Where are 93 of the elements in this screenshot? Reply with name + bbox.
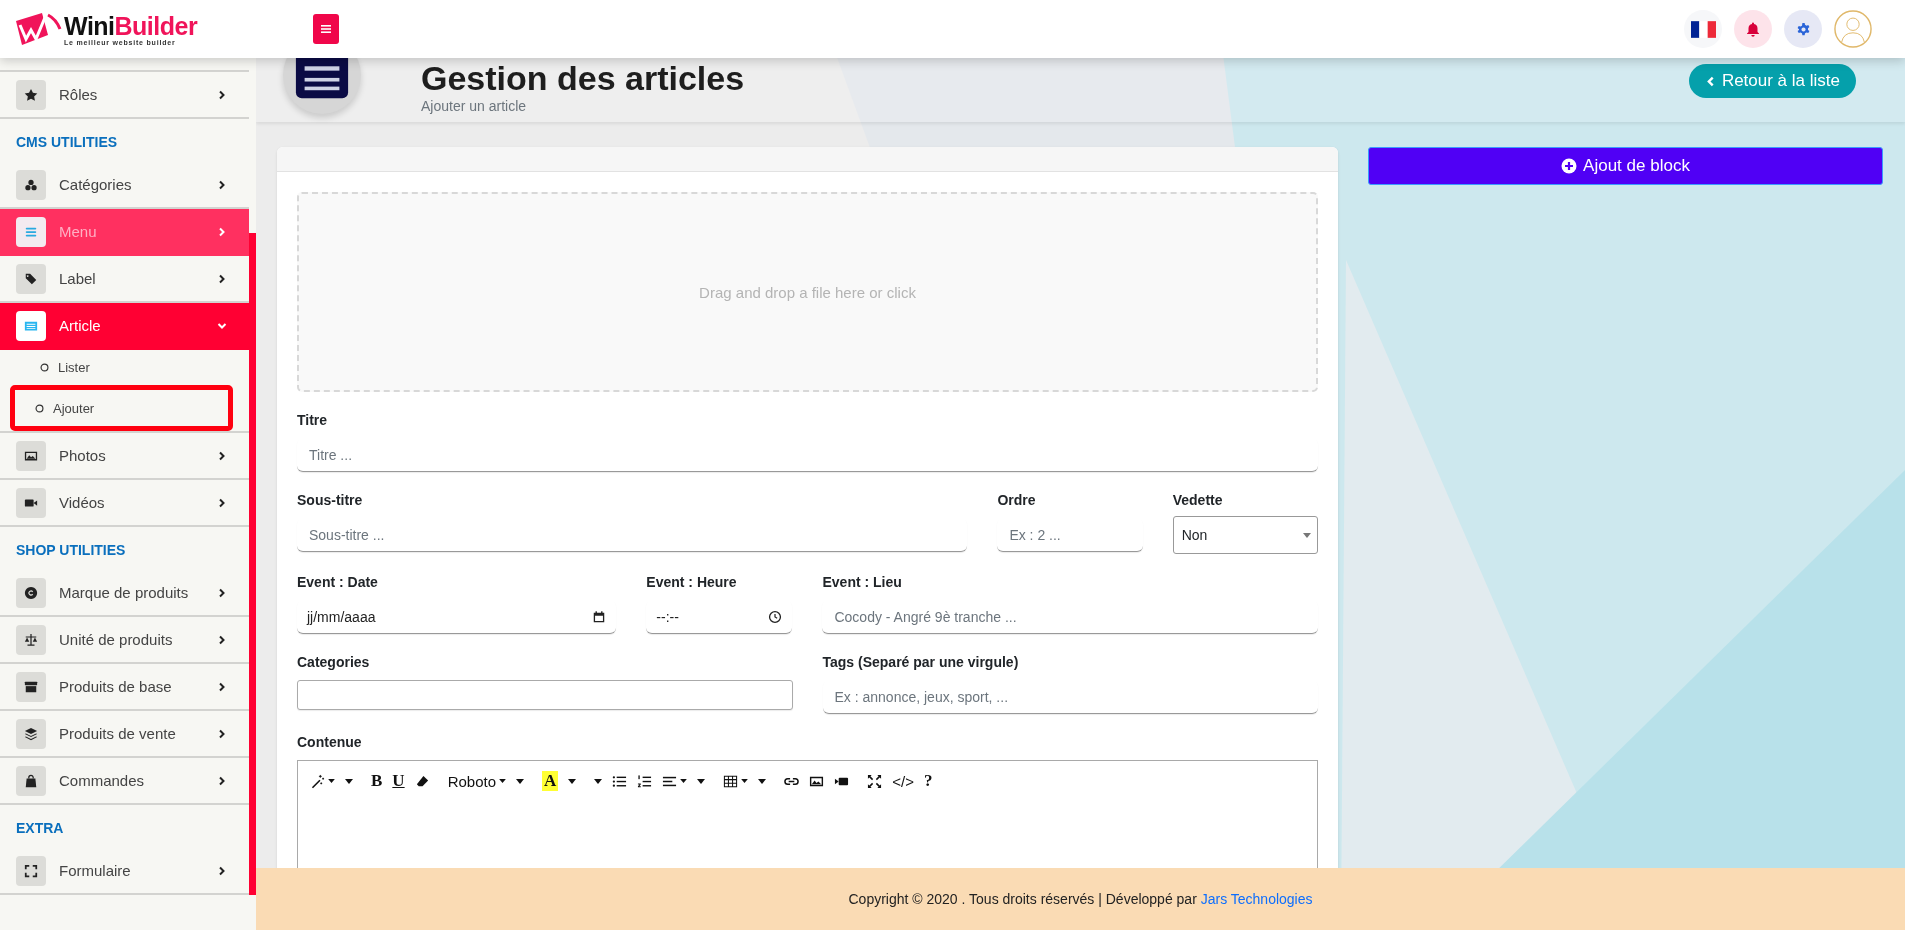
text-field[interactable]: Ex : 2 ...: [997, 518, 1143, 552]
bag-icon: [16, 765, 46, 796]
table-icon: [723, 773, 739, 789]
dropdown-button[interactable]: [756, 776, 769, 786]
newspaper-icon: [16, 310, 46, 341]
dropdown-button[interactable]: [514, 776, 526, 786]
wand-icon: [310, 773, 325, 789]
section-heading: SHOP UTILITIES: [15, 541, 127, 560]
field-label: Categories: [297, 654, 371, 670]
copyright-icon: [16, 577, 46, 608]
gear-icon: [1795, 21, 1811, 37]
chevron-left-icon: [1704, 75, 1716, 87]
section-heading: CMS UTILITIES: [15, 133, 119, 152]
text-field[interactable]: [297, 680, 793, 710]
submenu-item[interactable]: Ajouter: [10, 385, 233, 431]
code-view-button[interactable]: </>: [890, 770, 916, 792]
field-label: Ordre: [997, 492, 1037, 508]
caret-icon: [499, 779, 506, 783]
add-block-button[interactable]: Ajout de block: [1368, 147, 1883, 185]
text-field[interactable]: Sous-titre ...: [297, 518, 968, 552]
sidebar-item[interactable]: Produits de vente: [0, 711, 249, 758]
expand-icon: [16, 855, 46, 886]
section-heading: EXTRA: [15, 819, 65, 838]
sidebar-item[interactable]: Produits de base: [0, 664, 249, 711]
calendar-icon[interactable]: [592, 609, 607, 624]
date-field[interactable]: jj/mm/aaaa: [297, 600, 617, 634]
caret-icon: [741, 779, 749, 783]
clock-icon[interactable]: [768, 609, 783, 624]
underline-button[interactable]: U: [390, 769, 407, 793]
dropdown-button[interactable]: [343, 776, 355, 786]
sidebar-item[interactable]: Formulaire: [0, 848, 249, 895]
cubes-icon: [16, 169, 46, 200]
plus-circle-icon: [1561, 158, 1578, 174]
field-label: Sous-titre: [297, 492, 364, 508]
sidebar-item[interactable]: Commandes: [0, 758, 249, 805]
caret-icon: [328, 779, 335, 783]
dropdown-button[interactable]: [592, 776, 605, 786]
select-field[interactable]: Non: [1172, 516, 1318, 554]
field-label: Event : Heure: [646, 574, 738, 590]
circle-icon: [35, 403, 44, 413]
eraser-icon: [414, 773, 430, 789]
bell-icon: [1745, 21, 1761, 37]
dropdown-button[interactable]: [695, 776, 708, 786]
logo-text: WiniBuilder: [64, 12, 198, 39]
archive-icon: [16, 671, 46, 702]
caret-icon: [594, 778, 603, 784]
flag-button[interactable]: [1684, 10, 1722, 48]
help-button[interactable]: ?: [921, 769, 935, 793]
circle-icon: [40, 363, 49, 372]
caret-icon: [345, 778, 353, 784]
menu-button[interactable]: [313, 14, 339, 44]
scrollbar-thumb[interactable]: [249, 233, 256, 895]
caret-icon: [568, 778, 577, 784]
field-label: Event : Date: [297, 574, 379, 590]
page-subtitle: Ajouter un article: [421, 98, 528, 114]
settings-button[interactable]: [1784, 10, 1822, 48]
sidebar-item[interactable]: Article: [0, 303, 249, 350]
text-field[interactable]: Titre ...: [297, 438, 1318, 472]
layers-icon: [16, 718, 46, 749]
field-label: Contenue: [297, 734, 363, 750]
text-field[interactable]: Cocody - Angré 9è tranche ...: [822, 600, 1318, 634]
flag-icon: [1690, 20, 1716, 38]
font-button[interactable]: Roboto: [445, 770, 508, 792]
sidebar-item[interactable]: Rôles: [0, 72, 249, 119]
video-icon: [16, 487, 46, 518]
field-label: Titre: [297, 412, 329, 428]
submenu-item[interactable]: Lister: [0, 350, 223, 385]
menu-icon: [320, 23, 332, 35]
page-title: Gestion des articles: [421, 60, 745, 96]
field-label: Tags (Separé par une virgule): [822, 654, 1020, 670]
text-field[interactable]: Ex : annonce, jeux, sport, ...: [822, 680, 1318, 714]
copyright-text: Copyright © 2020 . Tous droits réservés | Développé par Jars Technologies: [848, 891, 1313, 907]
dropdown-button[interactable]: [566, 776, 579, 786]
fullscreen-icon: [867, 773, 883, 789]
caret-icon: [516, 778, 524, 784]
caret-icon: [1303, 532, 1311, 538]
bullet-list-icon: [612, 773, 628, 789]
field-label: Vedette: [1172, 492, 1224, 508]
balance-icon: [16, 624, 46, 655]
time-field[interactable]: --:--: [646, 600, 793, 634]
notification-button[interactable]: [1734, 10, 1772, 48]
sidebar-item[interactable]: Marque de produits: [0, 570, 249, 617]
text-color-button[interactable]: A: [540, 769, 561, 793]
menu-icon: [16, 216, 46, 247]
bold-button[interactable]: B: [369, 769, 385, 793]
caret-icon: [680, 779, 688, 783]
sidebar-item[interactable]: Vidéos: [0, 480, 249, 527]
field-label: Event : Lieu: [822, 574, 903, 590]
tags-icon: [16, 263, 46, 294]
sidebar-item[interactable]: Unité de produits: [0, 617, 249, 664]
sidebar-item[interactable]: Photos: [0, 433, 249, 480]
image-icon: [16, 440, 46, 471]
numbered-list-icon: [637, 773, 653, 789]
